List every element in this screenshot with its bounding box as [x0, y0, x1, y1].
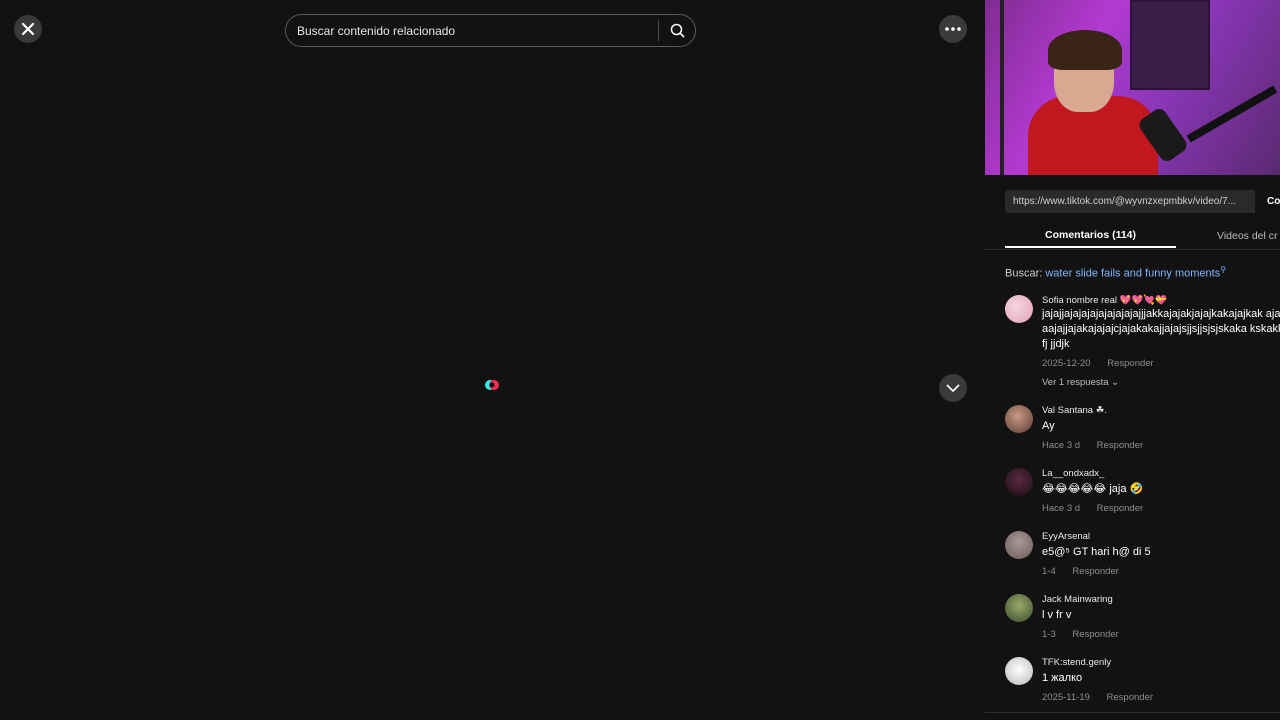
tabs-divider — [985, 249, 1280, 250]
comment-meta: 2025-12-20 Responder — [1042, 358, 1280, 369]
video-player — [0, 0, 985, 720]
comment-text: Ay — [1042, 420, 1055, 432]
related-search-bar — [285, 14, 696, 47]
comment-username[interactable]: EyyArsenal — [1042, 531, 1280, 542]
reply-button[interactable]: Responder — [1097, 440, 1143, 451]
comment-date: 2025-12-20 — [1042, 358, 1091, 369]
tab-creator-videos[interactable]: Videos del cr — [1176, 224, 1278, 248]
reply-button[interactable]: Responder — [1107, 358, 1153, 369]
reply-button[interactable]: Responder — [1072, 566, 1118, 577]
related-search-prefix: Buscar: — [1005, 267, 1043, 280]
comment-date: 1-4 — [1042, 566, 1056, 577]
streamer-webcam-overlay — [985, 0, 1280, 175]
comment-date: 1-3 — [1042, 629, 1056, 640]
copy-link-button[interactable]: Co — [1255, 190, 1280, 213]
loading-spinner-icon — [485, 380, 499, 390]
comment-username[interactable]: Val Santana ☘. — [1042, 405, 1280, 416]
search-icon — [670, 23, 684, 38]
related-search-input[interactable] — [286, 23, 658, 38]
share-link-row: https://www.tiktok.com/@wyvnzxepmbkv/vid… — [1005, 190, 1280, 213]
avatar[interactable] — [1005, 295, 1033, 323]
side-panel: https://www.tiktok.com/@wyvnzxepmbkv/vid… — [985, 0, 1280, 720]
mic-arm — [1186, 85, 1278, 143]
comment-username[interactable]: TFK:stend.genly — [1042, 657, 1280, 668]
comment-meta: Hace 3 d Responder — [1042, 503, 1280, 514]
streamer-hair — [1048, 30, 1122, 70]
reply-button[interactable]: Responder — [1097, 503, 1143, 514]
chevron-down-icon — [946, 384, 960, 392]
comment-username[interactable]: Jack Mainwaring — [1042, 594, 1280, 605]
comment-date: Hace 3 d — [1042, 503, 1081, 514]
comment-username[interactable]: Sofia nombre real 💖💖💘💝 — [1042, 295, 1280, 306]
related-search: Buscar: water slide fails and funny mome… — [1005, 265, 1226, 280]
view-replies-button[interactable]: Ver 1 respuesta ⌄ — [1042, 377, 1280, 388]
reply-button[interactable]: Responder — [1107, 692, 1153, 703]
reply-button[interactable]: Responder — [1072, 629, 1118, 640]
next-video-button[interactable] — [939, 374, 967, 402]
related-search-link[interactable]: water slide fails and funny moments — [1045, 268, 1220, 280]
comment-date: Hace 3 d — [1042, 440, 1081, 451]
comment-date: 2025-11-19 — [1042, 692, 1090, 703]
avatar[interactable] — [1005, 531, 1033, 559]
comment-text: l v fr v — [1042, 609, 1072, 621]
search-icon: ⚲ — [1220, 265, 1227, 274]
comment-meta: 1-4 Responder — [1042, 566, 1280, 577]
panel-tabs: Comentarios (114) Videos del cr — [1005, 224, 1280, 250]
tab-comments[interactable]: Comentarios (114) — [1005, 224, 1176, 248]
close-icon — [21, 22, 35, 36]
comment-meta: Hace 3 d Responder — [1042, 440, 1280, 451]
more-options-button[interactable] — [939, 15, 967, 43]
avatar[interactable] — [1005, 468, 1033, 496]
more-icon — [945, 27, 961, 31]
comment-text: 😂😂😂😂😂 jaja 🤣 — [1042, 483, 1144, 495]
wall-poster — [1130, 0, 1210, 90]
comment-text: jajajjajajajajajajajajajjjakkajajakjajaj… — [1042, 308, 1280, 350]
panel-bottom-divider — [985, 712, 1280, 713]
close-button[interactable] — [14, 15, 42, 43]
comment-text: 1 жалко — [1042, 672, 1083, 684]
video-url-field[interactable]: https://www.tiktok.com/@wyvnzxepmbkv/vid… — [1005, 190, 1255, 213]
shelf-post — [1000, 0, 1004, 175]
comment-username[interactable]: La__ondxadx_ — [1042, 468, 1280, 479]
avatar[interactable] — [1005, 405, 1033, 433]
comment-meta: 2025-11-19 Responder — [1042, 692, 1280, 703]
comment-text: e5@⁵ GT hari h@ di 5 — [1042, 546, 1151, 558]
avatar[interactable] — [1005, 657, 1033, 685]
search-button[interactable] — [659, 15, 695, 46]
avatar[interactable] — [1005, 594, 1033, 622]
comment-meta: 1-3 Responder — [1042, 629, 1280, 640]
